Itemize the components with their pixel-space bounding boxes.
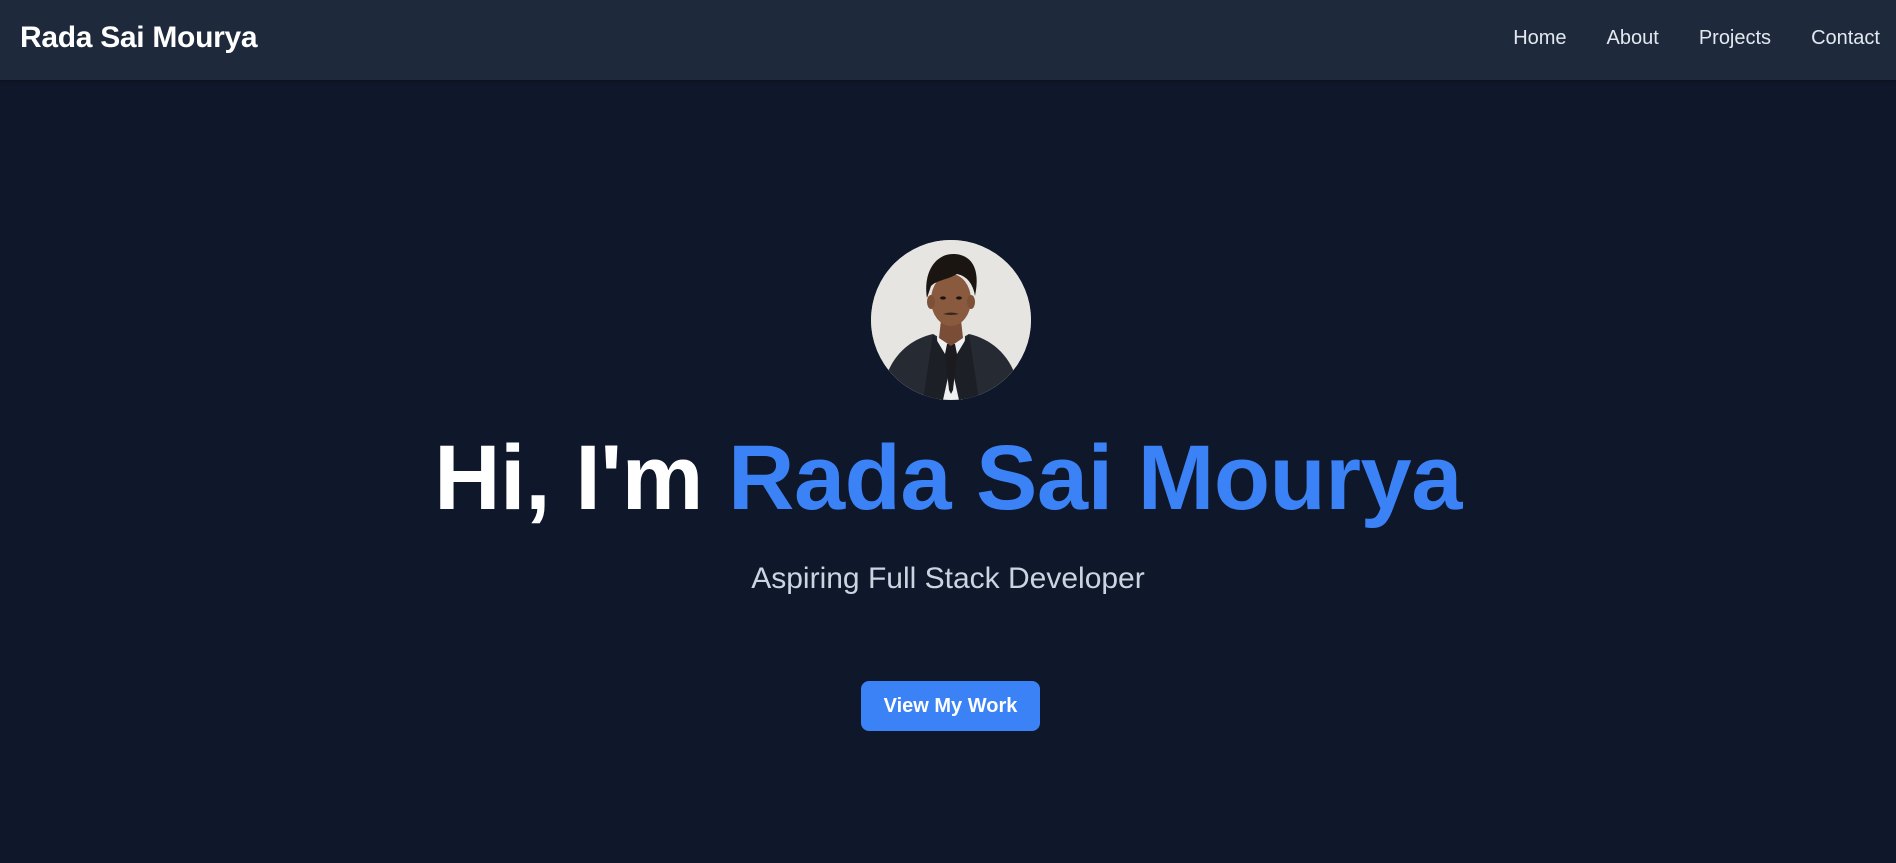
- view-my-work-button[interactable]: View My Work: [861, 681, 1040, 731]
- nav-link-projects[interactable]: Projects: [1699, 27, 1771, 50]
- avatar-portrait: [871, 240, 1031, 400]
- hero-title-prefix: Hi, I'm: [434, 427, 729, 529]
- nav-links: Home About Projects Contact: [1513, 27, 1880, 50]
- nav-link-home[interactable]: Home: [1513, 27, 1566, 50]
- hero-section: Hi, I'm Rada Sai Mourya Aspiring Full St…: [0, 80, 1896, 863]
- hero-subtitle: Aspiring Full Stack Developer: [751, 562, 1145, 595]
- nav-link-contact[interactable]: Contact: [1811, 27, 1880, 50]
- navbar: Rada Sai Mourya Home About Projects Cont…: [0, 0, 1896, 80]
- site-brand[interactable]: Rada Sai Mourya: [20, 21, 258, 55]
- nav-link-about[interactable]: About: [1607, 27, 1659, 50]
- hero-title: Hi, I'm Rada Sai Mourya: [0, 432, 1896, 524]
- avatar: [871, 240, 1031, 400]
- hero-title-name: Rada Sai Mourya: [728, 427, 1462, 529]
